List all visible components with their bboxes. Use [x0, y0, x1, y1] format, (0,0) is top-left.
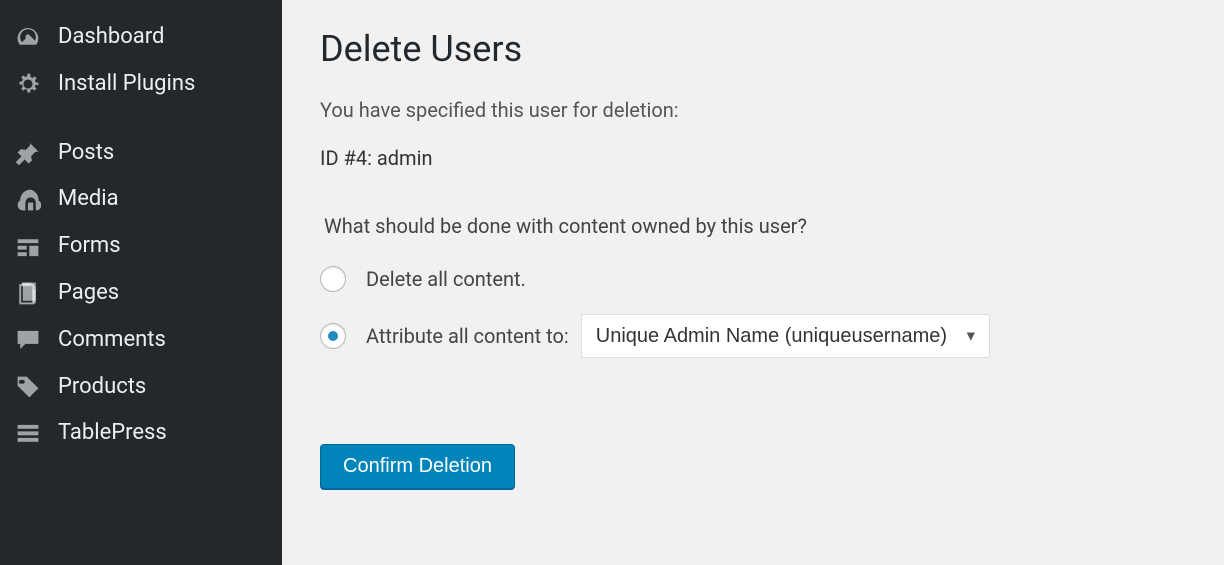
confirm-deletion-button[interactable]: Confirm Deletion	[320, 444, 515, 489]
option-delete-content: Delete all content.	[320, 266, 1204, 292]
pin-icon	[14, 139, 42, 167]
sidebar-item-pages[interactable]: Pages	[0, 270, 282, 317]
intro-text: You have specified this user for deletio…	[320, 98, 1204, 122]
sidebar-item-label: Posts	[58, 138, 114, 169]
option-attribute-label: Attribute all content to:	[366, 324, 569, 348]
sidebar-item-label: Products	[58, 372, 146, 403]
sidebar-item-dashboard[interactable]: Dashboard	[0, 14, 282, 61]
content-question: What should be done with content owned b…	[324, 214, 1204, 238]
radio-attribute-content[interactable]	[320, 323, 346, 349]
radio-delete-content[interactable]	[320, 266, 346, 292]
pages-icon	[14, 279, 42, 307]
admin-sidebar: Dashboard Install Plugins Posts Media Fo…	[0, 0, 282, 565]
sidebar-item-label: Comments	[58, 325, 166, 356]
sidebar-item-tablepress[interactable]: TablePress	[0, 410, 282, 457]
gear-icon	[14, 70, 42, 98]
sidebar-item-posts[interactable]: Posts	[0, 130, 282, 177]
comments-icon	[14, 326, 42, 354]
option-delete-label: Delete all content.	[366, 267, 526, 291]
sidebar-item-label: Dashboard	[58, 22, 164, 53]
sidebar-item-install-plugins[interactable]: Install Plugins	[0, 61, 282, 108]
sidebar-item-label: TablePress	[58, 418, 167, 449]
sidebar-item-label: Forms	[58, 231, 121, 262]
sidebar-item-label: Pages	[58, 278, 119, 309]
sidebar-item-products[interactable]: Products	[0, 364, 282, 411]
sidebar-item-media[interactable]: Media	[0, 176, 282, 223]
page-title: Delete Users	[320, 28, 1204, 70]
forms-icon	[14, 233, 42, 261]
user-to-delete: ID #4: admin	[320, 146, 1204, 170]
sidebar-item-comments[interactable]: Comments	[0, 317, 282, 364]
table-icon	[14, 420, 42, 448]
media-icon	[14, 186, 42, 214]
tag-icon	[14, 373, 42, 401]
main-content: Delete Users You have specified this use…	[282, 0, 1224, 565]
attribute-user-select[interactable]: Unique Admin Name (uniqueusername)	[581, 314, 990, 358]
option-attribute-content: Attribute all content to: Unique Admin N…	[320, 314, 1204, 358]
sidebar-separator	[0, 108, 282, 130]
sidebar-item-forms[interactable]: Forms	[0, 223, 282, 270]
sidebar-item-label: Media	[58, 184, 119, 215]
sidebar-item-label: Install Plugins	[58, 69, 195, 100]
dashboard-icon	[14, 23, 42, 51]
